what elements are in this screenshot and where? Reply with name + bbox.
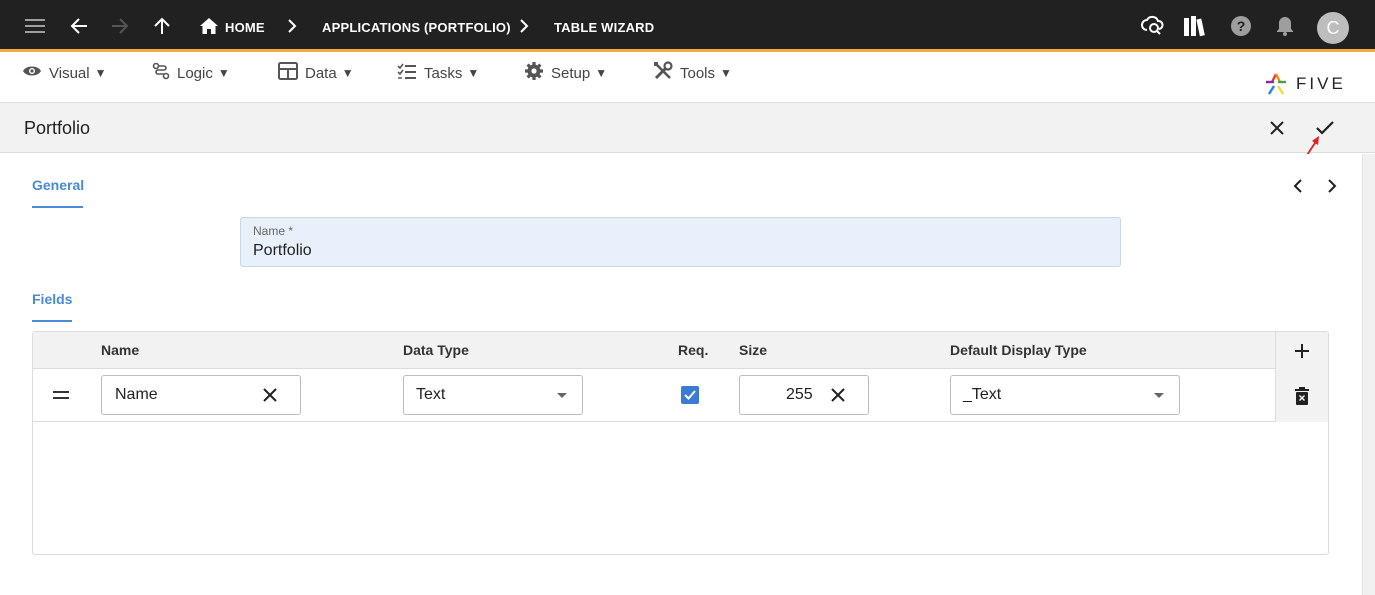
dropdown-caret-icon: ▼ (720, 66, 732, 80)
menu-logic[interactable]: Logic ▼ (152, 61, 230, 85)
table-row: Name Text 255 _Text (33, 369, 1328, 422)
forward-arrow-icon[interactable] (108, 14, 132, 38)
tab-general[interactable]: General (32, 177, 84, 193)
chevron-right-icon (280, 14, 304, 38)
display-type-value: _Text (963, 386, 1002, 403)
dropdown-caret-icon: ▼ (595, 66, 608, 80)
dropdown-caret-icon: ▼ (341, 66, 354, 80)
size-value: 255 (786, 386, 813, 403)
clear-icon[interactable] (828, 385, 848, 405)
tab-fields[interactable]: Fields (32, 291, 72, 307)
table-name-field[interactable]: Name * Portfolio (240, 217, 1121, 267)
menu-tools[interactable]: Tools ▼ (653, 61, 732, 85)
delete-field-button[interactable] (1293, 386, 1311, 406)
column-header-size: Size (739, 342, 768, 358)
logic-icon (152, 62, 177, 84)
home-icon[interactable] (197, 14, 221, 38)
dropdown-caret-icon (1154, 393, 1164, 398)
menu-label: Tools (680, 64, 716, 82)
tab-fields-indicator (32, 320, 72, 322)
checklist-icon (397, 63, 424, 83)
menu-label: Data (305, 64, 337, 82)
close-icon (1270, 121, 1284, 135)
up-arrow-icon[interactable] (150, 14, 174, 38)
five-logo-mark-icon (1266, 73, 1286, 95)
field-name-value: Name (115, 386, 158, 403)
form-content: General Name * Portfolio Fields Name Dat… (0, 154, 1362, 595)
menu-data[interactable]: Data ▼ (278, 61, 354, 85)
cloud-sync-icon[interactable] (1141, 14, 1165, 38)
menu-label: Tasks (424, 64, 463, 82)
plus-icon (1295, 344, 1309, 358)
notifications-icon[interactable] (1273, 14, 1297, 38)
display-type-select[interactable]: _Text (950, 375, 1180, 415)
grid-action-column (1275, 332, 1328, 422)
next-record-button[interactable] (1323, 177, 1341, 195)
page-title: Portfolio (24, 118, 91, 138)
data-type-value: Text (416, 386, 446, 403)
top-app-bar: HOME APPLICATIONS (PORTFOLIO) TABLE WIZA… (0, 0, 1375, 52)
breadcrumb-applications[interactable]: APPLICATIONS (PORTFOLIO) (322, 0, 511, 52)
menu-label: Visual (49, 64, 90, 82)
trash-icon (1295, 387, 1309, 405)
data-type-select[interactable]: Text (403, 375, 583, 415)
tab-general-indicator (32, 206, 83, 208)
chevron-right-icon (512, 14, 536, 38)
menu-label: Setup (551, 64, 591, 82)
dropdown-caret-icon (557, 393, 567, 398)
clear-icon[interactable] (260, 385, 280, 405)
five-logo: FIVE (1264, 71, 1356, 97)
column-header-display-type: Default Display Type (950, 342, 1087, 358)
menu-icon[interactable] (23, 14, 47, 38)
main-menu-bar: Visual ▼ Logic ▼ Data ▼ Tasks ▼ Setup ▼ … (0, 55, 1375, 103)
size-input[interactable]: 255 (739, 375, 869, 415)
chevron-left-icon (1293, 179, 1302, 193)
back-arrow-icon[interactable] (67, 14, 91, 38)
drag-handle-icon[interactable] (53, 391, 69, 399)
form-header: Portfolio (0, 103, 1375, 162)
table-name-label: Name * (253, 224, 294, 238)
avatar[interactable]: C (1317, 12, 1349, 44)
previous-record-button[interactable] (1289, 177, 1307, 195)
check-icon (684, 390, 696, 400)
menu-tasks[interactable]: Tasks ▼ (397, 61, 479, 85)
grid-header: Name Data Type Req. Size Default Display… (33, 332, 1328, 369)
dropdown-caret-icon: ▼ (467, 66, 480, 80)
table-icon (278, 62, 305, 84)
menu-visual[interactable]: Visual ▼ (22, 61, 106, 85)
breadcrumb-home[interactable]: HOME (225, 0, 265, 52)
field-name-input[interactable]: Name (101, 375, 301, 415)
dropdown-caret-icon: ▼ (94, 66, 107, 80)
required-checkbox[interactable] (681, 386, 699, 404)
column-header-name: Name (101, 342, 140, 358)
table-name-value[interactable]: Portfolio (253, 242, 312, 260)
library-icon[interactable] (1183, 14, 1207, 38)
cancel-button[interactable] (1265, 116, 1289, 140)
logo-wordmark: FIVE (1296, 74, 1346, 93)
menu-setup[interactable]: Setup ▼ (524, 61, 607, 85)
vertical-scrollbar[interactable] (1362, 154, 1375, 595)
breadcrumb-table-wizard[interactable]: TABLE WIZARD (554, 0, 654, 52)
column-header-required: Req. (678, 342, 709, 358)
gear-icon (524, 61, 551, 85)
chevron-right-icon (1328, 179, 1337, 193)
eye-icon (22, 64, 49, 82)
column-header-data-type: Data Type (403, 342, 469, 358)
tools-icon (653, 61, 680, 85)
help-icon[interactable]: ? (1229, 14, 1253, 38)
menu-label: Logic (177, 64, 213, 82)
add-field-button[interactable] (1293, 342, 1311, 360)
fields-grid: Name Data Type Req. Size Default Display… (32, 331, 1329, 555)
svg-text:?: ? (1237, 18, 1246, 34)
dropdown-caret-icon: ▼ (217, 66, 230, 80)
